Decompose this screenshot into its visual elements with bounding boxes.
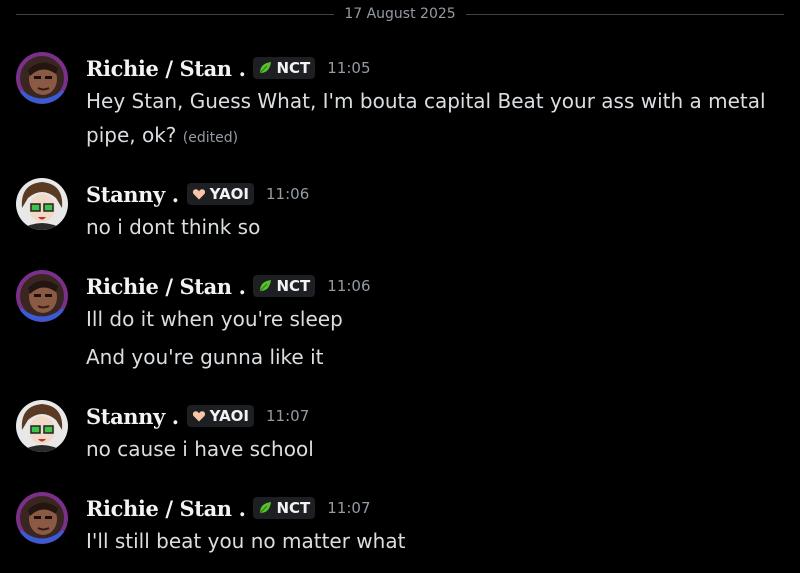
timestamp[interactable]: 11:06: [266, 185, 309, 203]
leaf-icon: [260, 280, 272, 292]
avatar-richie[interactable]: [16, 270, 68, 322]
tag-label: YAOI: [209, 407, 250, 425]
avatar-stanny[interactable]: [16, 178, 68, 230]
message-content: no i dont think so: [86, 210, 776, 244]
username[interactable]: Stanny .: [86, 182, 179, 207]
avatar-richie[interactable]: [16, 492, 68, 544]
heart-icon: [192, 411, 205, 422]
leaf-icon: [260, 502, 272, 514]
timestamp[interactable]: 11:06: [327, 277, 370, 295]
guild-tag[interactable]: NCT: [253, 57, 316, 79]
edited-label: (edited): [182, 130, 239, 146]
message-header: Richie / Stan . NCT 11:07: [86, 492, 371, 524]
date-divider-text: 17 August 2025: [344, 6, 456, 22]
message-header: Richie / Stan . NCT 11:06: [86, 270, 371, 302]
username[interactable]: Stanny .: [86, 404, 179, 429]
username[interactable]: Richie / Stan .: [86, 56, 246, 81]
username[interactable]: Richie / Stan .: [86, 274, 246, 299]
timestamp[interactable]: 11:07: [327, 499, 370, 517]
message-header: Stanny . YAOI 11:06: [86, 178, 309, 210]
message-content: And you're gunna like it: [86, 340, 776, 374]
message-header: Stanny . YAOI 11:07: [86, 400, 309, 432]
message-content: Ill do it when you're sleep: [86, 302, 776, 336]
guild-tag[interactable]: NCT: [253, 275, 316, 297]
message-content: I'll still beat you no matter what: [86, 524, 776, 558]
tag-label: NCT: [276, 59, 311, 77]
message-text: Ill do it when you're sleep: [86, 307, 343, 331]
divider-line-left: [16, 13, 335, 15]
divider-line-right: [465, 13, 784, 15]
message-content: no cause i have school: [86, 432, 776, 466]
guild-tag[interactable]: YAOI: [186, 405, 255, 427]
message-text: no cause i have school: [86, 437, 314, 461]
tag-label: NCT: [276, 277, 311, 295]
avatar-richie[interactable]: [16, 52, 68, 104]
message-text: And you're gunna like it: [86, 345, 324, 369]
avatar-stanny[interactable]: [16, 400, 68, 452]
message-header: Richie / Stan . NCT 11:05: [86, 52, 371, 84]
guild-tag[interactable]: NCT: [253, 497, 316, 519]
chat-log: 17 August 2025 Richie / Stan . NCT 11:05…: [0, 0, 800, 573]
heart-icon: [192, 189, 205, 200]
timestamp[interactable]: 11:05: [327, 59, 370, 77]
date-divider: 17 August 2025: [16, 6, 784, 22]
timestamp[interactable]: 11:07: [266, 407, 309, 425]
message-text: I'll still beat you no matter what: [86, 529, 406, 553]
message-text: no i dont think so: [86, 215, 261, 239]
guild-tag[interactable]: YAOI: [186, 183, 255, 205]
tag-label: YAOI: [209, 185, 250, 203]
tag-label: NCT: [276, 499, 311, 517]
leaf-icon: [260, 62, 272, 74]
username[interactable]: Richie / Stan .: [86, 496, 246, 521]
message-content: Hey Stan, Guess What, I'm bouta capital …: [86, 84, 776, 155]
